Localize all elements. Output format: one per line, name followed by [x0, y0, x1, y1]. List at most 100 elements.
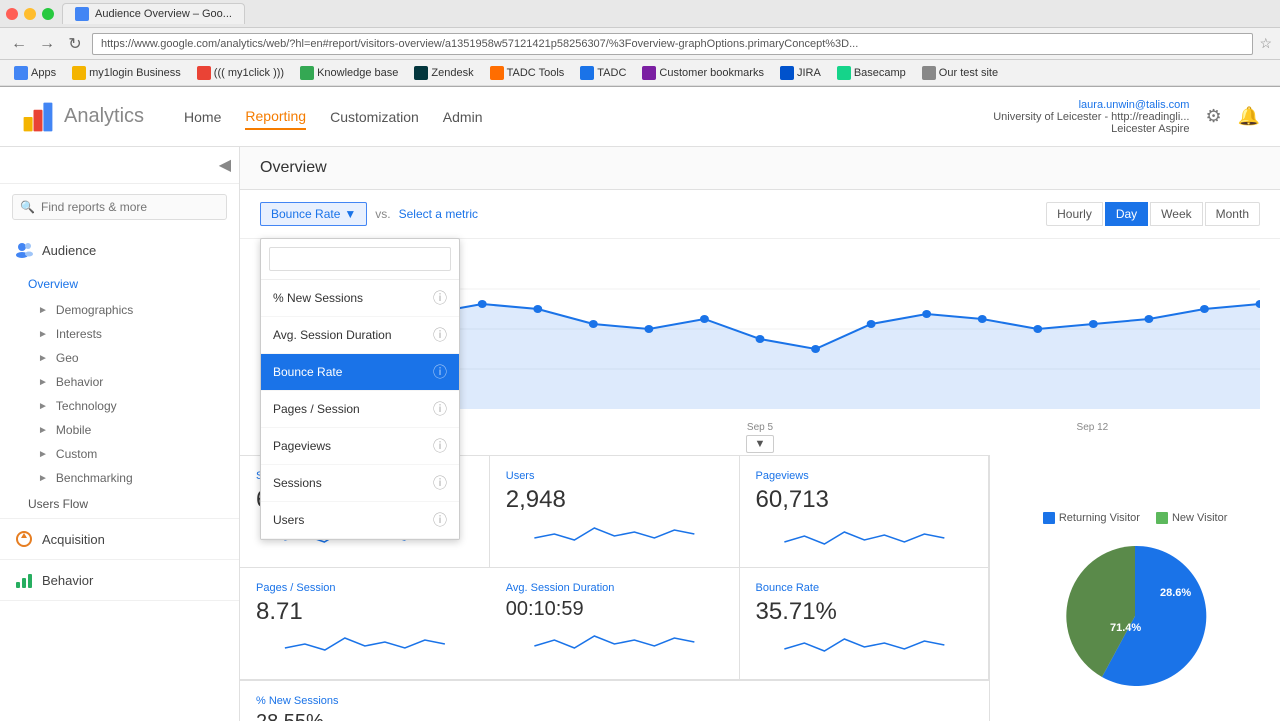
sidebar-item-users-flow[interactable]: Users Flow [0, 490, 239, 518]
period-buttons: Hourly Day Week Month [1046, 202, 1260, 226]
nav-admin[interactable]: Admin [443, 105, 483, 129]
bookmark-myclick[interactable]: ((( my1click ))) [191, 65, 290, 81]
avg-session-label[interactable]: Avg. Session Duration [506, 582, 723, 594]
main-content: Overview Bounce Rate ▼ vs. Select a metr… [240, 147, 1280, 721]
sidebar-item-demographics[interactable]: ► Demographics [0, 298, 239, 322]
period-week[interactable]: Week [1150, 202, 1202, 226]
ga-nav: Home Reporting Customization Admin [184, 104, 993, 130]
sidebar-section-acquisition: Acquisition [0, 519, 239, 560]
acquisition-section-header[interactable]: Acquisition [0, 519, 239, 559]
content-area: ◀ 🔍 Audience Overview ► De [0, 147, 1280, 721]
behavior-icon [14, 570, 34, 590]
dropdown-item-sessions[interactable]: Sessions ⓘ [261, 465, 459, 502]
bounce-rate-label[interactable]: Bounce Rate [756, 582, 973, 594]
dropdown-item-users[interactable]: Users ⓘ [261, 502, 459, 539]
new-sessions-help-icon[interactable]: ⓘ [433, 288, 447, 308]
bounce-rate-help-icon[interactable]: ⓘ [433, 362, 447, 382]
sessions-help-icon[interactable]: ⓘ [433, 473, 447, 493]
bounce-rate-sparkline [756, 632, 973, 662]
bookmark-tadc[interactable]: TADC [574, 65, 632, 81]
refresh-button[interactable]: ↻ [64, 33, 86, 55]
period-month[interactable]: Month [1205, 202, 1260, 226]
period-day[interactable]: Day [1105, 202, 1148, 226]
forward-button[interactable]: → [36, 33, 58, 55]
tab-title: Audience Overview – Goo... [95, 8, 232, 20]
select-metric-link[interactable]: Select a metric [399, 207, 478, 221]
bookmark-tadc-tools[interactable]: TADC Tools [484, 65, 571, 81]
bookmark-zendesk[interactable]: Zendesk [408, 65, 479, 81]
bookmark-jira[interactable]: JIRA [774, 65, 827, 81]
nav-reporting[interactable]: Reporting [245, 104, 306, 130]
bookmark-basecamp[interactable]: Basecamp [831, 65, 912, 81]
metric-card-users: Users 2,948 [490, 456, 740, 568]
primary-metric-button[interactable]: Bounce Rate ▼ [260, 202, 367, 226]
pageviews-label[interactable]: Pageviews [756, 470, 973, 482]
sidebar-item-geo[interactable]: ► Geo [0, 346, 239, 370]
avg-session-option-label: Avg. Session Duration [273, 328, 392, 342]
behavior-section-header[interactable]: Behavior [0, 560, 239, 600]
collapse-sidebar-button[interactable]: ◀ [219, 155, 231, 175]
app-container: Analytics Home Reporting Customization A… [0, 87, 1280, 721]
sidebar-item-interests[interactable]: ► Interests [0, 322, 239, 346]
minimize-button[interactable] [24, 8, 36, 20]
avg-session-value: 00:10:59 [506, 598, 723, 621]
geo-label: Geo [56, 351, 79, 365]
sidebar-item-technology[interactable]: ► Technology [0, 394, 239, 418]
maximize-button[interactable] [42, 8, 54, 20]
users-label[interactable]: Users [506, 470, 723, 482]
dropdown-item-bounce-rate[interactable]: Bounce Rate ⓘ [261, 354, 459, 391]
acquisition-section-title: Acquisition [42, 532, 105, 547]
nav-home[interactable]: Home [184, 105, 221, 129]
sidebar-item-overview[interactable]: Overview [0, 270, 239, 298]
avg-session-help-icon[interactable]: ⓘ [433, 325, 447, 345]
users-help-icon[interactable]: ⓘ [433, 510, 447, 530]
dropdown-item-avg-session[interactable]: Avg. Session Duration ⓘ [261, 317, 459, 354]
dropdown-item-new-sessions[interactable]: % New Sessions ⓘ [261, 280, 459, 317]
customer-icon [642, 66, 656, 80]
notification-icon[interactable]: 🔔 [1238, 106, 1260, 127]
period-hourly[interactable]: Hourly [1046, 202, 1103, 226]
users-flow-label: Users Flow [28, 497, 88, 511]
metric-card-new-sessions: % New Sessions 28.55% [240, 681, 989, 721]
zendesk-icon [414, 66, 428, 80]
page-header: Overview [240, 147, 1280, 190]
bookmark-our[interactable]: Our test site [916, 65, 1004, 81]
pageviews-help-icon[interactable]: ⓘ [433, 436, 447, 456]
chart-options-button[interactable]: ▼ [746, 435, 775, 453]
new-label: New Visitor [1172, 512, 1227, 524]
pageviews-option-label: Pageviews [273, 439, 331, 453]
dropdown-item-pages-session[interactable]: Pages / Session ⓘ [261, 391, 459, 428]
tadc-icon [580, 66, 594, 80]
bookmark-star[interactable]: ☆ [1259, 35, 1272, 52]
nav-customization[interactable]: Customization [330, 105, 419, 129]
bookmark-apps[interactable]: Apps [8, 65, 62, 81]
bookmark-customer[interactable]: Customer bookmarks [636, 65, 770, 81]
address-input[interactable] [92, 33, 1253, 55]
header-right: laura.unwin@talis.com University of Leic… [993, 99, 1260, 135]
dropdown-search-input[interactable] [269, 247, 451, 271]
sidebar-item-benchmarking[interactable]: ► Benchmarking [0, 466, 239, 490]
kb-icon [300, 66, 314, 80]
back-button[interactable]: ← [8, 33, 30, 55]
metric-card-bounce-rate: Bounce Rate 35.71% [740, 568, 990, 680]
audience-section-header[interactable]: Audience [0, 230, 239, 270]
bookmark-mylogin[interactable]: my1login Business [66, 65, 187, 81]
dropdown-arrow-icon: ▼ [344, 207, 356, 221]
sidebar-item-behavior[interactable]: ► Behavior [0, 370, 239, 394]
bounce-rate-value: 35.71% [756, 598, 973, 626]
settings-icon[interactable]: ⚙ [1205, 106, 1221, 127]
pages-session-label[interactable]: Pages / Session [256, 582, 474, 594]
new-sessions-pct-label[interactable]: % New Sessions [256, 695, 973, 707]
browser-tab[interactable]: Audience Overview – Goo... [62, 3, 245, 24]
close-button[interactable] [6, 8, 18, 20]
sidebar-item-custom[interactable]: ► Custom [0, 442, 239, 466]
pie-chart-container: 71.4% 28.6% [1055, 536, 1215, 699]
pages-session-help-icon[interactable]: ⓘ [433, 399, 447, 419]
legend-returning: Returning Visitor [1043, 512, 1140, 524]
dropdown-item-pageviews[interactable]: Pageviews ⓘ [261, 428, 459, 465]
bookmark-kb[interactable]: Knowledge base [294, 65, 404, 81]
bookmark-apps-label: Apps [31, 67, 56, 79]
sidebar-search-input[interactable] [12, 194, 227, 220]
bookmark-tadc-label: TADC [597, 67, 626, 79]
sidebar-item-mobile[interactable]: ► Mobile [0, 418, 239, 442]
